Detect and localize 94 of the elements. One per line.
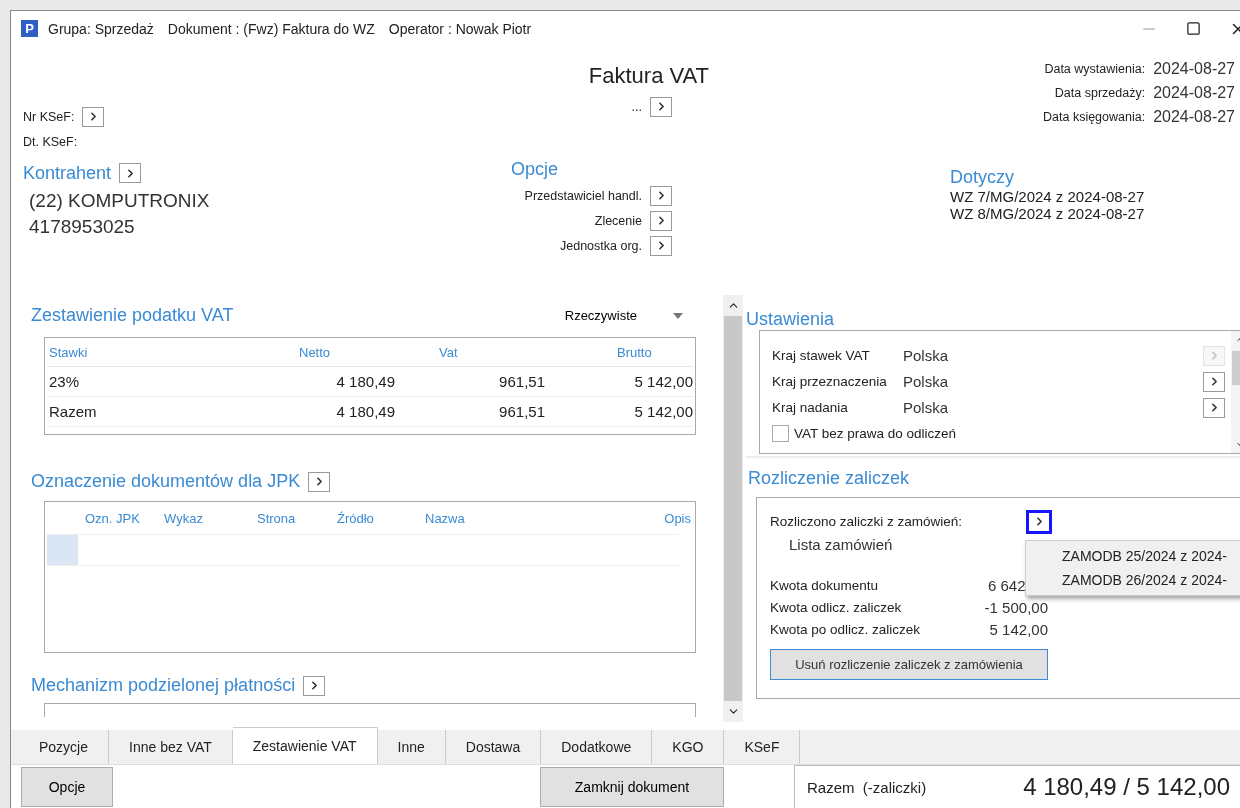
window-title: Operator : Nowak Piotr — [388, 20, 532, 37]
ksef-button[interactable] — [82, 106, 105, 127]
setting-button[interactable] — [1203, 397, 1225, 418]
jpk-button[interactable] — [308, 471, 331, 492]
setting-button[interactable] — [1203, 371, 1225, 392]
checkbox[interactable] — [772, 425, 789, 443]
option-button[interactable] — [650, 185, 672, 206]
tab[interactable]: Inne — [377, 730, 446, 764]
amount-value: -1 500,00 — [983, 599, 1048, 617]
contractor-nip: 4178953025 — [29, 215, 136, 238]
date-value: 2024-08-27 — [1153, 59, 1235, 78]
column-header: Wykaz — [163, 511, 204, 527]
number-button[interactable] — [650, 96, 672, 117]
related-document: WZ 8/MG/2024 z 2024-08-27 — [950, 204, 1146, 222]
menu-item[interactable]: ZAMODB 25/2024 z 2024- — [1026, 543, 1240, 568]
mode-dropdown[interactable]: Rzeczywiste — [564, 308, 683, 324]
date-value: 2024-08-27 — [1153, 107, 1235, 126]
setting-value: Polska — [903, 347, 950, 365]
app-logo: P — [21, 20, 38, 38]
orders-button[interactable] — [1026, 509, 1052, 534]
section-heading: Zestawienie podatku VAT — [31, 305, 234, 327]
amount-label: Kwota odlicz. zaliczek — [770, 600, 903, 616]
option-label: Przedstawiciel handl. — [524, 188, 642, 203]
section-heading: Dotyczy — [950, 166, 1015, 188]
setting-value: Polska — [903, 399, 950, 417]
section-heading: Rozliczenie zaliczek — [748, 467, 911, 489]
column-header: Źródło — [336, 511, 375, 527]
total-value: 4 180,49 / 5 142,00 — [1023, 773, 1230, 801]
option-label: Jednostka org. — [560, 238, 642, 253]
tab[interactable]: Dostawa — [445, 730, 542, 764]
amount-value: 6 642 — [987, 577, 1027, 595]
table-cell-text: 4 180,49 — [335, 372, 396, 390]
column-header: Strona — [256, 511, 297, 527]
date-value: 2024-08-27 — [1153, 83, 1235, 102]
tab[interactable]: Dodatkowe — [541, 730, 653, 764]
table-cell-text: 961,51 — [498, 402, 546, 420]
tab[interactable]: Pozycje — [19, 730, 110, 764]
column-header: Stawki — [48, 345, 89, 361]
checkbox-label: VAT bez prawa do odliczeń — [794, 426, 957, 442]
tab[interactable]: Zestawienie VAT — [232, 727, 378, 764]
option-label: Zlecenie — [594, 213, 642, 228]
field-label: Nr KSeF: — [23, 109, 75, 124]
window-title: Dokument : (Fwz) Faktura do WZ — [167, 20, 375, 37]
table-cell-text: 5 142,00 — [633, 402, 694, 420]
section-heading: Ustawienia — [746, 308, 836, 330]
table-cell-text: 961,51 — [498, 372, 546, 390]
table-cell-text: 23% — [48, 372, 81, 390]
column-header: Brutto — [616, 345, 653, 361]
remove-settlement-button[interactable]: Usuń rozliczenie zaliczek z zamówienia — [770, 648, 1048, 680]
option-button[interactable] — [650, 210, 672, 231]
setting-label: Kraj stawek VAT — [772, 348, 871, 364]
column-header: Nazwa — [424, 511, 466, 527]
amount-label: Kwota po odlicz. zaliczek — [770, 622, 922, 638]
field-label: Rozliczono zaliczki z zamówień: — [770, 514, 964, 530]
related-document: WZ 7/MG/2024 z 2024-08-27 — [950, 187, 1146, 205]
document-number: ... — [631, 99, 642, 114]
column-header: Ozn. JPK — [84, 511, 141, 527]
table-cell-text: 5 142,00 — [633, 372, 694, 390]
options-button[interactable]: Opcje — [21, 767, 113, 807]
orders-list-label: Lista zamówień — [789, 535, 894, 553]
table-cell-text: 4 180,49 — [335, 402, 396, 420]
maximize-icon[interactable] — [1186, 21, 1201, 37]
date-label: Data księgowania: — [1043, 109, 1146, 124]
setting-value: Polska — [903, 373, 950, 391]
window-title: Grupa: Sprzedaż — [48, 20, 154, 37]
setting-label: Kraj nadania — [772, 400, 849, 416]
table-cell-text: Razem — [48, 402, 98, 420]
close-document-button[interactable]: Zamknij dokument — [540, 767, 724, 807]
date-label: Data wystawienia: — [1044, 61, 1146, 76]
tab[interactable]: KSeF — [724, 730, 801, 764]
amount-label: Kwota dokumentu — [770, 578, 880, 594]
section-heading: Mechanizm podzielonej płatności — [31, 675, 296, 697]
total-label: Razem (-zaliczki) — [807, 778, 927, 796]
vertical-scrollbar[interactable] — [723, 294, 743, 723]
column-header: Opis — [663, 511, 691, 527]
section-heading: Oznaczenie dokumentów dla JPK — [31, 471, 301, 493]
column-header: Vat — [438, 345, 459, 361]
contractor-name: (22) KOMPUTRONIX — [29, 189, 211, 212]
menu-item[interactable]: ZAMODB 26/2024 z 2024- — [1026, 567, 1240, 592]
dropdown-arrow-icon — [673, 312, 683, 319]
option-button[interactable] — [650, 235, 672, 256]
tab[interactable]: Inne bez VAT — [109, 730, 233, 764]
field-label: Dt. KSeF: — [23, 134, 78, 149]
split-payment-button[interactable] — [303, 675, 326, 696]
section-heading: Kontrahent — [23, 162, 112, 184]
column-header: Netto — [298, 345, 332, 361]
amount-value: 5 142,00 — [988, 621, 1048, 639]
date-label: Data sprzedaży: — [1054, 85, 1146, 100]
section-heading: Opcje — [511, 158, 560, 180]
setting-label: Kraj przeznaczenia — [772, 374, 888, 390]
tab[interactable]: KGO — [652, 730, 725, 764]
selected-cell[interactable] — [47, 534, 78, 565]
contractor-button[interactable] — [119, 163, 142, 184]
document-title: Faktura VAT — [588, 62, 709, 89]
